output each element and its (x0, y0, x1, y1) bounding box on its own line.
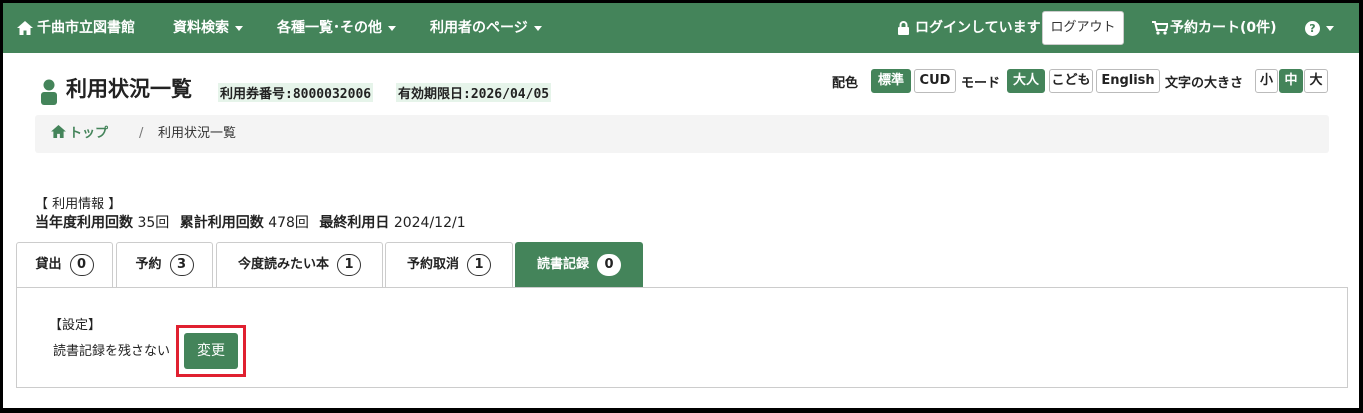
breadcrumb-separator: / (139, 126, 144, 141)
library-name: 千曲市立図書館 (37, 20, 135, 36)
tab-label: 予約取消 (406, 257, 459, 272)
home-icon (51, 125, 66, 138)
reading-record-panel: 【設定】 読書記録を残さない 変更 (16, 287, 1348, 388)
font-medium-button[interactable]: 中 (1279, 69, 1303, 93)
year-count-label: 当年度利用回数 (35, 215, 133, 231)
breadcrumb-home-link[interactable]: トップ (51, 115, 108, 153)
reading-record-setting: 読書記録を残さない (53, 344, 171, 359)
usage-summary: 当年度利用回数 35回 累計利用回数 478回 最終利用日 2024/12/1 (35, 212, 472, 232)
tab-want-to-read[interactable]: 今度読みたい本 1 (216, 242, 383, 287)
font-large-button[interactable]: 大 (1304, 69, 1328, 93)
last-use-value: 2024/12/1 (393, 215, 466, 231)
font-small-button[interactable]: 小 (1255, 69, 1278, 93)
usage-info-heading: 【 利用情報 】 (35, 197, 122, 212)
tab-label: 読書記録 (536, 257, 589, 272)
color-scheme-label: 配色 (832, 76, 859, 91)
nav-menu-search-label: 資料検索 (173, 20, 229, 36)
caret-down-icon (1326, 25, 1334, 31)
mode-child-button[interactable]: こども (1049, 69, 1093, 93)
login-status-text: ログインしています (915, 20, 1041, 36)
breadcrumb: トップ / 利用状況一覧 (35, 115, 1329, 153)
tab-cancelled-reservations[interactable]: 予約取消 1 (385, 242, 513, 287)
caret-down-icon (235, 25, 243, 31)
top-navbar: 千曲市立図書館 資料検索 各種一覧･その他 利用者のページ ログインしています … (3, 3, 1359, 53)
tab-label: 貸出 (35, 257, 62, 272)
color-cud-button[interactable]: CUD (914, 69, 956, 93)
settings-heading: 【設定】 (49, 318, 102, 333)
logout-button[interactable]: ログアウト (1042, 11, 1124, 45)
cart-icon (1152, 21, 1170, 35)
mode-label: モード (961, 76, 1001, 91)
total-count-label: 累計利用回数 (179, 215, 264, 231)
last-use-label: 最終利用日 (319, 215, 390, 231)
count-badge: 0 (597, 253, 621, 276)
tab-label: 予約 (135, 257, 162, 272)
change-button[interactable]: 変更 (184, 333, 238, 369)
total-count-value: 478回 (268, 215, 309, 231)
nav-menu-user-label: 利用者のページ (430, 20, 528, 36)
reservation-cart-link[interactable]: 予約カート(0件) (1152, 3, 1277, 53)
mode-english-button[interactable]: English (1096, 69, 1160, 93)
font-size-label: 文字の大きさ (1165, 76, 1244, 91)
mode-adult-button[interactable]: 大人 (1007, 69, 1045, 93)
count-badge: 3 (169, 253, 194, 276)
year-count-value: 35回 (137, 215, 170, 231)
tab-loans[interactable]: 貸出 0 (16, 242, 113, 287)
home-icon (17, 21, 33, 35)
breadcrumb-current: 利用状況一覧 (158, 126, 237, 141)
count-badge: 1 (467, 253, 491, 276)
help-icon: ? (1305, 20, 1320, 36)
nav-menu-lists[interactable]: 各種一覧･その他 (277, 3, 396, 53)
caret-down-icon (388, 25, 396, 31)
tab-label: 今度読みたい本 (237, 257, 329, 272)
tab-reservations[interactable]: 予約 3 (116, 242, 213, 287)
cart-label: 予約カート(0件) (1170, 20, 1277, 36)
display-preferences: 配色 標準 CUD モード 大人 こども English 文字の大きさ 小 中 … (3, 69, 1359, 93)
tab-reading-record[interactable]: 読書記録 0 (515, 242, 643, 287)
help-menu[interactable]: ? (1305, 3, 1334, 53)
lock-icon (898, 21, 909, 35)
color-standard-button[interactable]: 標準 (871, 69, 911, 93)
nav-home-link[interactable]: 千曲市立図書館 (17, 3, 135, 53)
nav-menu-lists-label: 各種一覧･その他 (277, 20, 382, 36)
login-status: ログインしています (897, 3, 1041, 53)
caret-down-icon (533, 25, 542, 31)
page-frame: 千曲市立図書館 資料検索 各種一覧･その他 利用者のページ ログインしています … (3, 3, 1359, 408)
count-badge: 0 (69, 253, 94, 276)
count-badge: 1 (337, 253, 361, 276)
breadcrumb-home-label: トップ (69, 126, 109, 141)
nav-menu-search[interactable]: 資料検索 (173, 3, 243, 53)
nav-menu-user[interactable]: 利用者のページ (430, 3, 542, 53)
